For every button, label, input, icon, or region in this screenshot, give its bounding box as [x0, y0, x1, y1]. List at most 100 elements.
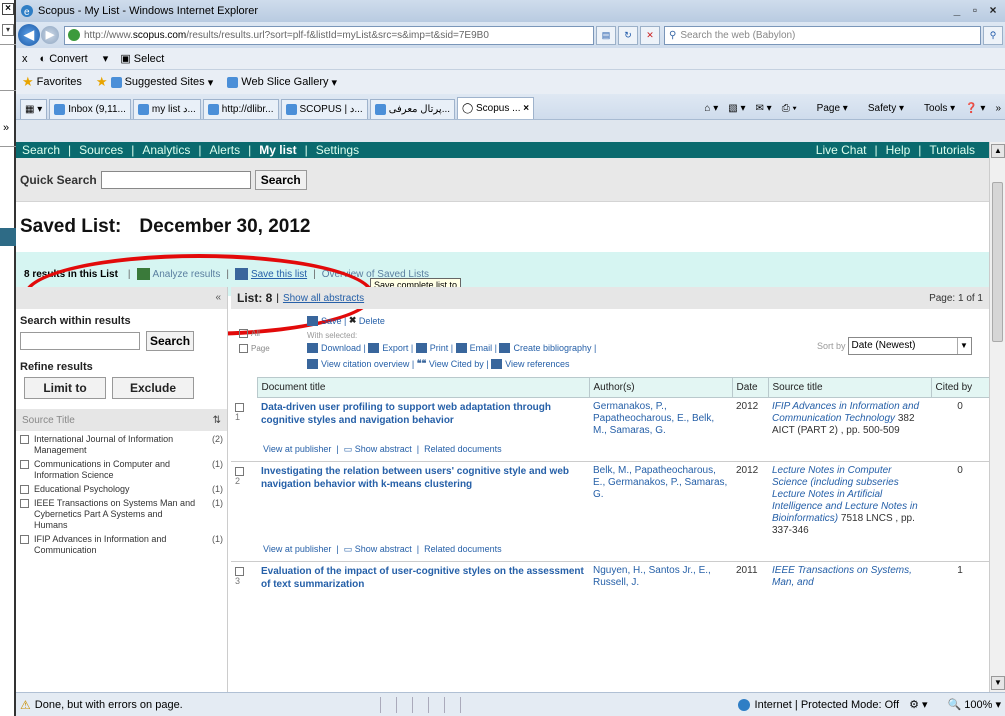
- citation-overview-link[interactable]: View citation overview: [321, 359, 409, 369]
- safety-menu[interactable]: Safety ▾: [858, 103, 904, 114]
- chevron-right-icon[interactable]: »: [3, 122, 9, 134]
- forward-button[interactable]: ▶: [41, 26, 59, 44]
- compat-view-button[interactable]: ▤: [596, 25, 616, 45]
- address-bar[interactable]: http://www. scopus.com/results/results.ur…: [64, 25, 594, 45]
- close-icon[interactable]: ×: [2, 3, 14, 15]
- download-link[interactable]: Download: [321, 343, 361, 353]
- stop-button[interactable]: ✕: [640, 25, 660, 45]
- scroll-up-icon[interactable]: ▲: [991, 144, 1005, 158]
- save-link[interactable]: Save: [321, 316, 342, 326]
- checkbox[interactable]: [20, 535, 29, 544]
- scroll-thumb[interactable]: [992, 182, 1003, 342]
- sort-select[interactable]: Date (Newest) ▼: [847, 337, 972, 355]
- nav-alerts[interactable]: Alerts: [209, 143, 240, 157]
- checkbox[interactable]: [235, 567, 244, 576]
- authors[interactable]: Nguyen, H., Santos Jr., E., Russell, J.: [589, 562, 732, 594]
- tools-icon[interactable]: ⚙ ▾: [909, 698, 927, 711]
- related-documents-link[interactable]: Related documents: [424, 544, 502, 554]
- checkbox[interactable]: [235, 467, 244, 476]
- tab-my-list[interactable]: my list د...: [132, 99, 201, 119]
- chevron-right-icon[interactable]: »: [995, 103, 1001, 114]
- authors[interactable]: Belk, M., Papatheocharous, E., Germanako…: [589, 462, 732, 540]
- scroll-down-icon[interactable]: ▼: [991, 676, 1005, 690]
- view-at-publisher-link[interactable]: View at publisher: [263, 544, 331, 554]
- tab-inbox[interactable]: Inbox (9,11...: [49, 99, 131, 119]
- minimize-icon[interactable]: _: [949, 3, 965, 19]
- col-authors[interactable]: Author(s): [588, 377, 733, 398]
- show-abstract-link[interactable]: ▭ Show abstract: [344, 544, 412, 554]
- source-title-link[interactable]: IEEE Transactions on Systems, Man, and: [772, 565, 912, 588]
- nav-tutorials[interactable]: Tutorials: [929, 143, 975, 157]
- home-icon[interactable]: ⌂ ▾: [704, 103, 718, 114]
- checkbox[interactable]: [20, 485, 29, 494]
- col-cited-by[interactable]: Cited by: [930, 377, 989, 398]
- source-title-header[interactable]: Source Title ⇅: [16, 409, 227, 431]
- facet-item[interactable]: Communications in Computer and Informati…: [16, 456, 227, 481]
- collapse-button[interactable]: «: [16, 287, 227, 309]
- print-icon[interactable]: ⎙ ▾: [782, 103, 797, 114]
- vertical-scrollbar[interactable]: ▲ ▼: [989, 142, 1005, 692]
- tab-scopus-1[interactable]: SCOPUS | د...: [280, 99, 368, 119]
- cited-by-count[interactable]: 1: [931, 562, 989, 594]
- document-title-link[interactable]: Investigating the relation between users…: [257, 462, 589, 540]
- refresh-button[interactable]: ↻: [618, 25, 638, 45]
- col-date[interactable]: Date: [731, 377, 769, 398]
- document-title-link[interactable]: Data-driven user profiling to support we…: [257, 398, 589, 441]
- tab-dlibr[interactable]: http://dlibr...: [202, 99, 279, 119]
- view-at-publisher-link[interactable]: View at publisher: [263, 444, 331, 454]
- cited-by-count[interactable]: 0: [931, 398, 989, 441]
- col-source-title[interactable]: Source title: [767, 377, 932, 398]
- delete-link[interactable]: Delete: [359, 316, 385, 326]
- cited-by-link[interactable]: View Cited by: [429, 359, 484, 369]
- checkbox[interactable]: [20, 435, 29, 444]
- convert-button[interactable]: ◐ Convert ▾: [40, 52, 109, 65]
- facet-item[interactable]: Educational Psychology (1): [16, 481, 227, 495]
- search-within-button[interactable]: Search: [146, 331, 195, 351]
- feeds-icon[interactable]: ▧ ▾: [728, 103, 745, 114]
- restore-icon[interactable]: ▫: [967, 3, 983, 19]
- facet-item[interactable]: International Journal of Information Man…: [16, 431, 227, 456]
- security-zone[interactable]: Internet | Protected Mode: Off: [737, 698, 899, 711]
- selected-item[interactable]: [0, 228, 16, 246]
- sort-icon[interactable]: ⇅: [213, 415, 221, 426]
- page-menu[interactable]: Page ▾: [807, 103, 848, 114]
- facet-item[interactable]: IEEE Transactions on Systems Man and Cyb…: [16, 495, 227, 531]
- limit-to-button[interactable]: Limit to: [24, 377, 106, 399]
- status-message[interactable]: ⚠ Done, but with errors on page.: [20, 698, 380, 712]
- quick-search-button[interactable]: Search: [254, 169, 307, 190]
- bibliography-link[interactable]: Create bibliography: [513, 343, 591, 353]
- facet-item[interactable]: IFIP Advances in Information and Communi…: [16, 531, 227, 556]
- back-button[interactable]: ◀: [18, 24, 40, 46]
- select-page[interactable]: Page: [239, 344, 270, 353]
- document-title-link[interactable]: Evaluation of the impact of user-cogniti…: [257, 562, 589, 594]
- show-abstracts-link[interactable]: Show all abstracts: [283, 293, 364, 304]
- references-link[interactable]: View references: [505, 359, 569, 369]
- quick-search-input[interactable]: [100, 170, 251, 189]
- nav-my-list[interactable]: My list: [259, 143, 296, 157]
- checkbox[interactable]: [20, 499, 29, 508]
- select-all[interactable]: All: [239, 329, 260, 338]
- close-icon[interactable]: ×: [985, 3, 1001, 19]
- export-link[interactable]: Export: [382, 343, 408, 353]
- close-toolbar-button[interactable]: x: [22, 53, 28, 65]
- mail-icon[interactable]: ✉ ▾: [756, 103, 772, 114]
- tab-portal[interactable]: پرتال معرفی...: [369, 99, 456, 119]
- print-link[interactable]: Print: [430, 343, 449, 353]
- search-go-button[interactable]: ⚲: [983, 25, 1003, 45]
- nav-search[interactable]: Search: [22, 143, 60, 157]
- checkbox[interactable]: [239, 344, 248, 353]
- checkbox[interactable]: [20, 460, 29, 469]
- checkbox[interactable]: [235, 402, 244, 412]
- suggested-sites-link[interactable]: ★ Suggested Sites ▾: [96, 74, 213, 90]
- help-icon[interactable]: ❓ ▾: [965, 103, 985, 114]
- select-button[interactable]: ▣ Select: [120, 52, 176, 65]
- authors[interactable]: Germanakos, P., Papatheocharous, E., Bel…: [589, 398, 732, 441]
- zoom-control[interactable]: 🔍 100% ▾: [948, 698, 1001, 711]
- tab-scopus-active[interactable]: ◯ Scopus ... ×: [457, 97, 535, 119]
- checkbox[interactable]: [239, 329, 248, 338]
- search-within-input[interactable]: [20, 332, 140, 350]
- exclude-button[interactable]: Exclude: [112, 377, 194, 399]
- email-link[interactable]: Email: [470, 343, 493, 353]
- show-abstract-link[interactable]: ▭ Show abstract: [344, 444, 412, 454]
- close-tab-icon[interactable]: ×: [523, 103, 529, 114]
